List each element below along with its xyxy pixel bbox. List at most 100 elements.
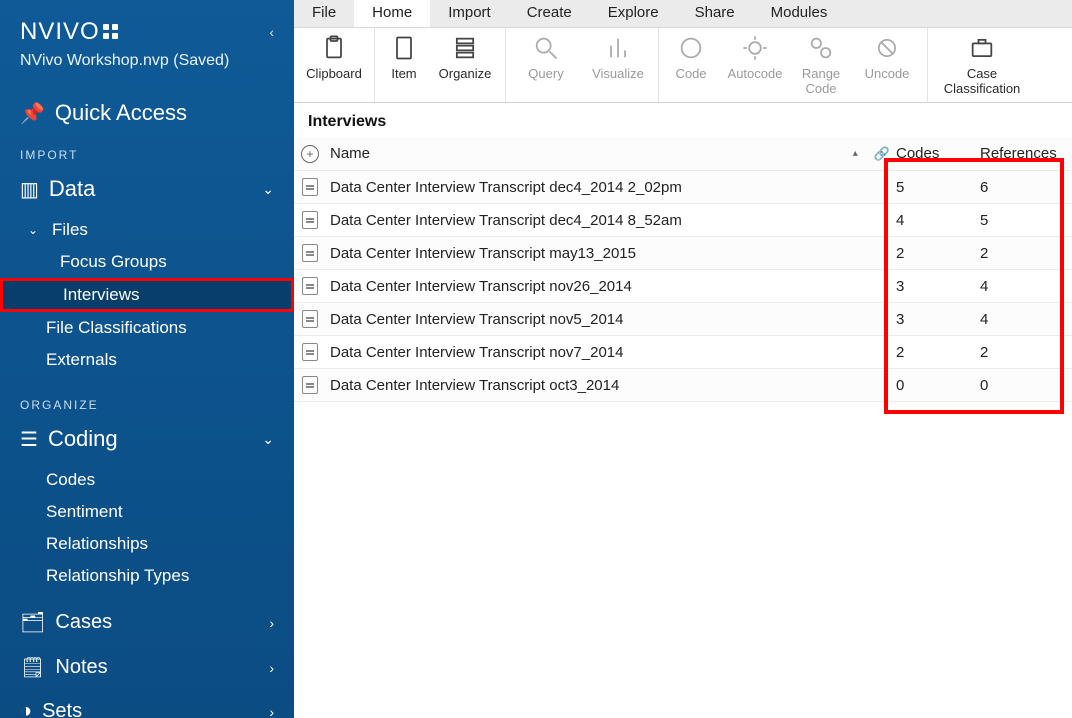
sort-asc-icon: ▴ <box>853 148 858 159</box>
organize-button[interactable]: Organize <box>429 34 501 81</box>
data-section[interactable]: ▥ Data ⌄ <box>0 168 294 210</box>
tab-import[interactable]: Import <box>430 0 509 27</box>
coding-section[interactable]: ☰ Coding ⌄ <box>0 418 294 460</box>
cell-codes: 5 <box>896 179 980 196</box>
sidebar-item-sentiment[interactable]: Sentiment <box>0 496 294 528</box>
import-heading: IMPORT <box>0 134 294 168</box>
document-icon <box>302 244 318 262</box>
tab-home[interactable]: Home <box>354 0 430 27</box>
document-icon <box>302 277 318 295</box>
sets-section[interactable]: ◑ Sets › <box>0 690 294 718</box>
cell-codes: 3 <box>896 311 980 328</box>
cell-references: 2 <box>980 344 1072 361</box>
column-header-references[interactable]: References <box>980 145 1072 162</box>
cases-section[interactable]: 🗂 Cases › <box>0 600 294 645</box>
table-row[interactable]: Data Center Interview Transcript may13_2… <box>294 237 1072 270</box>
chevron-down-icon: ⌄ <box>28 223 40 237</box>
notes-icon: 🗒 <box>20 655 45 680</box>
table-row[interactable]: Data Center Interview Transcript oct3_20… <box>294 369 1072 402</box>
collapse-sidebar-icon[interactable]: ‹ <box>269 24 274 40</box>
query-button[interactable]: Query <box>510 34 582 81</box>
sets-icon: ◑ <box>20 700 32 718</box>
autocode-button[interactable]: Autocode <box>719 34 791 96</box>
tab-modules[interactable]: Modules <box>753 0 846 27</box>
tab-create[interactable]: Create <box>509 0 590 27</box>
table-row[interactable]: Data Center Interview Transcript nov5_20… <box>294 303 1072 336</box>
document-icon <box>302 376 318 394</box>
quick-access-button[interactable]: 📌 Quick Access <box>0 92 294 134</box>
range-icon <box>807 34 835 62</box>
table-row[interactable]: Data Center Interview Transcript nov7_20… <box>294 336 1072 369</box>
main-area: File Home Import Create Explore Share Mo… <box>294 0 1072 718</box>
sidebar-item-relationships[interactable]: Relationships <box>0 528 294 560</box>
add-row-button[interactable]: + <box>294 145 326 163</box>
row-icon <box>294 343 326 361</box>
row-icon <box>294 178 326 196</box>
table-row[interactable]: Data Center Interview Transcript dec4_20… <box>294 204 1072 237</box>
coding-icon: ☰ <box>20 427 38 452</box>
data-grid: + Name ▴ 🔗 Codes References Data Center … <box>294 137 1072 402</box>
ribbon: Clipboard Item Organize Query Visualize … <box>294 28 1072 103</box>
row-icon <box>294 244 326 262</box>
cell-codes: 2 <box>896 245 980 262</box>
autocode-icon <box>741 34 769 62</box>
clipboard-button[interactable]: Clipboard <box>298 34 370 81</box>
sidebar-item-relationship-types[interactable]: Relationship Types <box>0 560 294 592</box>
code-button[interactable]: Code <box>663 34 719 96</box>
tab-file[interactable]: File <box>294 0 354 27</box>
document-icon <box>390 34 418 62</box>
sidebar-item-externals[interactable]: Externals <box>0 344 294 376</box>
pin-icon: 📌 <box>20 101 45 126</box>
sidebar: NVIVO ‹ NVivo Workshop.nvp (Saved) 📌 Qui… <box>0 0 294 718</box>
cell-codes: 4 <box>896 212 980 229</box>
table-row[interactable]: Data Center Interview Transcript nov26_2… <box>294 270 1072 303</box>
document-icon <box>302 211 318 229</box>
chevron-right-icon: › <box>269 704 274 718</box>
clipboard-icon <box>320 34 348 62</box>
chevron-down-icon: ⌄ <box>262 431 274 448</box>
cell-name: Data Center Interview Transcript nov26_2… <box>326 278 896 295</box>
row-icon <box>294 376 326 394</box>
plus-icon: + <box>301 145 319 163</box>
cases-icon: 🗂 <box>20 610 45 635</box>
sidebar-item-files[interactable]: ⌄ Files <box>0 214 294 246</box>
project-name: NVivo Workshop.nvp (Saved) <box>0 52 294 92</box>
app-logo: NVIVO <box>20 18 118 46</box>
range-code-button[interactable]: Range Code <box>791 34 851 96</box>
tab-share[interactable]: Share <box>677 0 753 27</box>
chevron-right-icon: › <box>269 615 274 631</box>
table-row[interactable]: Data Center Interview Transcript dec4_20… <box>294 171 1072 204</box>
row-icon <box>294 277 326 295</box>
cell-codes: 3 <box>896 278 980 295</box>
cell-name: Data Center Interview Transcript dec4_20… <box>326 212 896 229</box>
cell-references: 2 <box>980 245 1072 262</box>
cell-references: 4 <box>980 278 1072 295</box>
link-icon: 🔗 <box>874 146 890 162</box>
sidebar-item-file-classifications[interactable]: File Classifications <box>0 312 294 344</box>
cell-references: 0 <box>980 377 1072 394</box>
document-icon <box>302 178 318 196</box>
sidebar-item-interviews[interactable]: Interviews <box>0 278 294 312</box>
cell-references: 4 <box>980 311 1072 328</box>
visualize-button[interactable]: Visualize <box>582 34 654 81</box>
tab-explore[interactable]: Explore <box>590 0 677 27</box>
panel-title: Interviews <box>294 103 1072 137</box>
sidebar-item-focus-groups[interactable]: Focus Groups <box>0 246 294 278</box>
code-icon <box>677 34 705 62</box>
document-icon <box>302 310 318 328</box>
case-classification-button[interactable]: Case Classification <box>932 34 1032 96</box>
search-icon <box>532 34 560 62</box>
data-icon: ▥ <box>20 177 39 202</box>
column-header-codes[interactable]: Codes <box>896 145 980 162</box>
uncode-button[interactable]: Uncode <box>851 34 923 96</box>
organize-icon <box>451 34 479 62</box>
chevron-right-icon: › <box>269 660 274 676</box>
chevron-down-icon: ⌄ <box>262 181 274 198</box>
cell-name: Data Center Interview Transcript oct3_20… <box>326 377 896 394</box>
column-header-name[interactable]: Name ▴ 🔗 <box>326 145 896 162</box>
cell-references: 5 <box>980 212 1072 229</box>
notes-section[interactable]: 🗒 Notes › <box>0 645 294 690</box>
sidebar-item-codes[interactable]: Codes <box>0 464 294 496</box>
cell-codes: 2 <box>896 344 980 361</box>
item-button[interactable]: Item <box>379 34 429 81</box>
